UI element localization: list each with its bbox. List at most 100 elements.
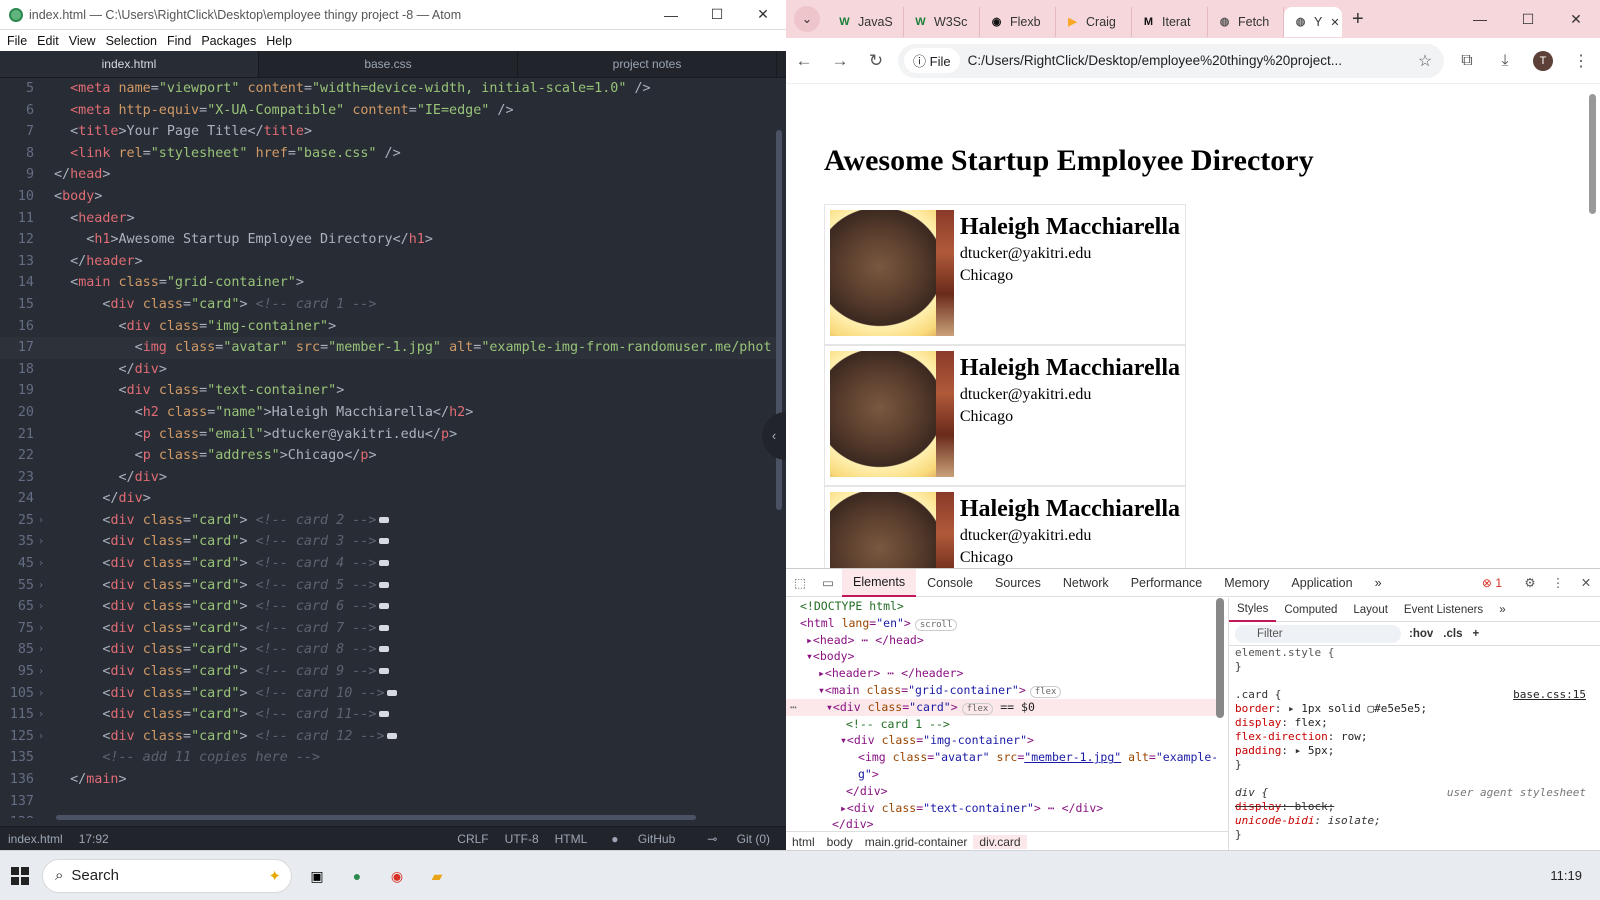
style-declaration[interactable]: display: block;: [1229, 800, 1600, 814]
code-line[interactable]: 45 › <div class="card"> <!-- card 4 -->: [0, 553, 776, 575]
style-declaration[interactable]: [1229, 772, 1600, 786]
profile-avatar[interactable]: T: [1524, 50, 1562, 71]
fold-chevron-icon[interactable]: ›: [38, 531, 44, 553]
chrome-minimize-button[interactable]: —: [1456, 11, 1504, 28]
browser-tab[interactable]: W W3Sc: [904, 7, 980, 37]
new-style-rule-button[interactable]: +: [1472, 628, 1479, 640]
style-rules[interactable]: element.style {} .card {base.css:15 bord…: [1229, 646, 1600, 842]
styles-filter-input[interactable]: Filter: [1235, 624, 1401, 643]
code-line[interactable]: 7 <title>Your Page Title</title>: [0, 121, 776, 143]
dom-tree[interactable]: <!DOCTYPE html> <html lang="en"> scroll ▸<h…: [786, 598, 1216, 830]
chrome-close-button[interactable]: ✕: [1552, 11, 1600, 28]
taskbar-search[interactable]: ⌕ Search ✦: [42, 858, 292, 893]
dom-node[interactable]: </div>: [786, 783, 1216, 800]
code-line[interactable]: 136 </main>: [0, 769, 776, 791]
code-line[interactable]: 137: [0, 791, 776, 813]
chrome-maximize-button[interactable]: ☐: [1504, 11, 1552, 28]
code-line[interactable]: 17 <img class="avatar" src="member-1.jpg…: [0, 337, 776, 359]
menu-find[interactable]: Find: [162, 34, 196, 48]
browser-tab[interactable]: ▶ Craig: [1056, 7, 1132, 37]
devtools-tab-console[interactable]: Console: [916, 569, 984, 597]
settings-gear-icon[interactable]: ⚙: [1516, 575, 1544, 590]
code-line[interactable]: 23 </div>: [0, 467, 776, 489]
code-line[interactable]: 6 <meta http-equiv="X-UA-Compatible" con…: [0, 100, 776, 122]
code-line[interactable]: 55 › <div class="card"> <!-- card 5 -->: [0, 575, 776, 597]
devtools-tab-application[interactable]: Application: [1280, 569, 1363, 597]
code-line[interactable]: 10 <body>: [0, 186, 776, 208]
code-line[interactable]: 13 </header>: [0, 251, 776, 273]
style-declaration[interactable]: unicode-bidi: isolate;: [1229, 814, 1600, 828]
code-line[interactable]: 18 </div>: [0, 359, 776, 381]
close-tab-icon[interactable]: ✕: [1330, 16, 1339, 29]
crumb-body[interactable]: body: [821, 835, 859, 849]
code-line[interactable]: 115 › <div class="card"> <!-- card 11-->: [0, 704, 776, 726]
code-line[interactable]: 24 </div>: [0, 488, 776, 510]
style-declaration[interactable]: element.style {: [1229, 646, 1600, 660]
close-button[interactable]: ✕: [740, 6, 786, 23]
fold-chevron-icon[interactable]: ›: [38, 575, 44, 597]
style-declaration[interactable]: padding: ▸ 5px;: [1229, 744, 1600, 758]
style-declaration[interactable]: [1229, 674, 1600, 688]
tab-project-notes[interactable]: project notes: [518, 51, 777, 77]
style-declaration[interactable]: }: [1229, 660, 1600, 674]
dom-node[interactable]: <html lang="en"> scroll: [786, 615, 1216, 632]
dom-node[interactable]: ▸<header> ⋯ </header>: [786, 665, 1216, 682]
chrome-menu-icon[interactable]: ⋮: [1562, 51, 1600, 71]
code-line[interactable]: 25 › <div class="card"> <!-- card 2 -->: [0, 510, 776, 532]
browser-tab[interactable]: ◍ Y ✕: [1284, 7, 1342, 37]
fold-chevron-icon[interactable]: ›: [38, 510, 44, 532]
code-editor[interactable]: 5 <meta name="viewport" content="width=d…: [0, 78, 776, 818]
task-view-icon[interactable]: ▣: [304, 863, 330, 889]
code-line[interactable]: 22 <p class="address">Chicago</p>: [0, 445, 776, 467]
address-bar[interactable]: ⓘ File C:/Users/RightClick/Desktop/emplo…: [898, 43, 1444, 78]
dom-node[interactable]: ▾<main class="grid-container"> flex: [786, 682, 1216, 699]
page-viewport[interactable]: Awesome Startup Employee Directory Halei…: [786, 86, 1600, 568]
error-counter[interactable]: ⊗ 1: [1482, 576, 1516, 590]
code-line[interactable]: 15 <div class="card"> <!-- card 1 -->: [0, 294, 776, 316]
status-cursor[interactable]: 17:92: [71, 832, 117, 846]
fold-chevron-icon[interactable]: ›: [38, 639, 44, 661]
crumb-div-card[interactable]: div.card: [973, 834, 1027, 849]
code-line[interactable]: 19 <div class="text-container">: [0, 380, 776, 402]
hov-toggle[interactable]: :hov: [1409, 628, 1433, 640]
forward-arrow-icon[interactable]: →: [822, 51, 858, 71]
fold-chevron-icon[interactable]: ›: [38, 596, 44, 618]
taskbar-clock[interactable]: 11:19: [1550, 868, 1582, 883]
fold-chevron-icon[interactable]: ›: [38, 683, 44, 705]
tab-styles[interactable]: Styles: [1229, 598, 1277, 622]
back-arrow-icon[interactable]: ←: [786, 51, 822, 71]
code-line[interactable]: 95 › <div class="card"> <!-- card 9 -->: [0, 661, 776, 683]
dom-node[interactable]: <!-- card 1 -->: [786, 716, 1216, 733]
bookmark-star-icon[interactable]: ☆: [1406, 51, 1444, 71]
atom-taskbar-icon[interactable]: ●: [344, 863, 370, 889]
chrome-taskbar-icon[interactable]: ◉: [384, 863, 410, 889]
tab-index-html[interactable]: index.html: [0, 51, 259, 77]
menu-selection[interactable]: Selection: [101, 34, 162, 48]
windows-start-icon[interactable]: [2, 858, 38, 894]
minimize-button[interactable]: —: [648, 7, 694, 23]
status-file[interactable]: index.html: [0, 832, 71, 846]
fold-chevron-icon[interactable]: ›: [38, 661, 44, 683]
code-line[interactable]: 75 › <div class="card"> <!-- card 7 -->: [0, 618, 776, 640]
tab-layout[interactable]: Layout: [1345, 604, 1396, 616]
maximize-button[interactable]: ☐: [694, 6, 740, 23]
crumb-main[interactable]: main.grid-container: [859, 835, 974, 849]
devtools-tab-sources[interactable]: Sources: [984, 569, 1052, 597]
new-tab-button[interactable]: +: [1352, 8, 1382, 31]
style-declaration[interactable]: }: [1229, 758, 1600, 772]
code-line[interactable]: 9 </head>: [0, 164, 776, 186]
browser-tab[interactable]: W JavaS: [828, 7, 904, 37]
code-line[interactable]: 14 <main class="grid-container">: [0, 272, 776, 294]
menu-packages[interactable]: Packages: [196, 34, 261, 48]
code-line[interactable]: 21 <p class="email">dtucker@yakitri.edu<…: [0, 424, 776, 446]
code-line[interactable]: 8 <link rel="stylesheet" href="base.css"…: [0, 143, 776, 165]
tab-computed[interactable]: Computed: [1276, 604, 1345, 616]
code-line[interactable]: 11 <header>: [0, 208, 776, 230]
dom-node[interactable]: ⋯ ▾<div class="card"> flex == $0: [786, 698, 1216, 716]
code-line[interactable]: 65 › <div class="card"> <!-- card 6 -->: [0, 596, 776, 618]
editor-horizontal-scrollbar[interactable]: [56, 815, 696, 820]
extensions-icon[interactable]: ⧉: [1448, 52, 1486, 70]
dom-node[interactable]: <!DOCTYPE html>: [786, 598, 1216, 615]
devtools-tab-performance[interactable]: Performance: [1120, 569, 1214, 597]
devtools-tab-elements[interactable]: Elements: [842, 568, 917, 597]
